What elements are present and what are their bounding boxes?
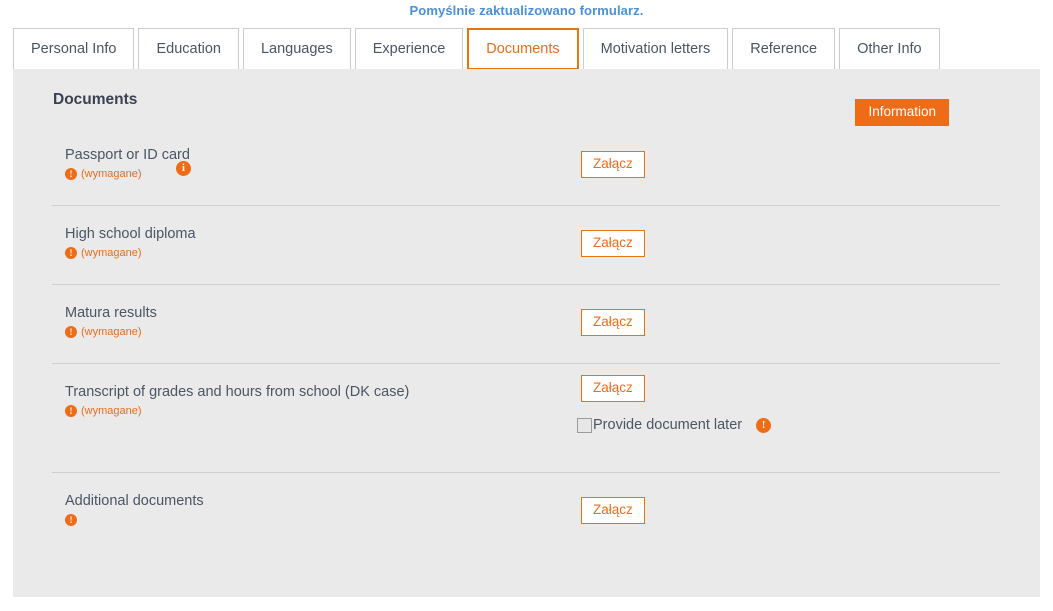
document-label: Additional documents — [65, 493, 204, 509]
document-label: Matura results — [65, 305, 157, 321]
page-title: Documents — [53, 91, 138, 108]
tab-bar: Personal Info Education Languages Experi… — [13, 28, 1053, 70]
provide-document-later-label: Provide document later — [593, 417, 743, 433]
tab-reference[interactable]: Reference — [732, 28, 836, 70]
exclamation-icon: ! — [65, 168, 77, 180]
attach-button[interactable]: Załącz — [581, 497, 645, 524]
exclamation-icon: ! — [65, 405, 77, 417]
tab-languages[interactable]: Languages — [242, 28, 351, 70]
exclamation-icon[interactable]: ! — [756, 417, 772, 433]
flash-message: Pomyślnie zaktualizowano formularz. — [409, 3, 644, 18]
row-label-block: Transcript of grades and hours from scho… — [65, 383, 409, 418]
tab-other-info[interactable]: Other Info — [839, 28, 940, 70]
attach-button[interactable]: Załącz — [581, 309, 645, 336]
tab-documents[interactable]: Documents — [467, 28, 579, 70]
provide-later-row: Provide document later ! — [577, 417, 772, 433]
tab-experience[interactable]: Experience — [354, 28, 464, 70]
attach-button[interactable]: Załącz — [581, 151, 645, 178]
document-rows-list: Passport or ID card ! (wymagane) Załącz H… — [13, 127, 1040, 551]
panel-header: Documents Information — [13, 69, 1040, 127]
row-label-block: Matura results ! (wymagane) — [65, 304, 157, 339]
attach-button[interactable]: Załącz — [581, 375, 645, 402]
attach-button[interactable]: Załącz — [581, 230, 645, 257]
required-marker: ! (wymagane) — [65, 167, 190, 181]
required-text: (wymagane) — [81, 405, 142, 417]
document-label: Transcript of grades and hours from scho… — [65, 384, 410, 400]
required-text: (wymagane) — [81, 168, 142, 180]
required-marker: ! (wymagane) — [65, 404, 409, 418]
row-label-block: Passport or ID card ! (wymagane) — [65, 146, 190, 181]
row-label-block: Additional documents ! — [65, 492, 204, 527]
tab-education[interactable]: Education — [138, 28, 239, 70]
exclamation-icon: ! — [65, 326, 77, 338]
table-row: Matura results ! (wymagane) Załącz — [52, 285, 1000, 364]
table-row: Transcript of grades and hours from scho… — [52, 364, 1000, 473]
row-label-block: High school diploma ! (wymagane) — [65, 225, 196, 260]
provide-document-later-checkbox[interactable] — [577, 417, 592, 433]
document-label: Passport or ID card — [65, 147, 190, 163]
document-label: High school diploma — [65, 226, 196, 242]
tab-motivation-letters[interactable]: Motivation letters — [582, 28, 729, 70]
required-marker: ! (wymagane) — [65, 325, 157, 339]
exclamation-icon: ! — [65, 514, 77, 526]
documents-panel: Documents Information i Passport or ID c… — [13, 69, 1040, 597]
required-marker: ! — [65, 513, 204, 527]
table-row: High school diploma ! (wymagane) Załącz — [52, 206, 1000, 285]
table-row: Passport or ID card ! (wymagane) Załącz — [52, 127, 1000, 206]
tab-personal-info[interactable]: Personal Info — [13, 28, 135, 70]
information-button[interactable]: Information — [855, 99, 949, 126]
required-marker: ! (wymagane) — [65, 246, 196, 260]
table-row: Additional documents ! Załącz — [52, 473, 1000, 551]
required-text: (wymagane) — [81, 247, 142, 259]
required-text: (wymagane) — [81, 326, 142, 338]
exclamation-icon: ! — [65, 247, 77, 259]
